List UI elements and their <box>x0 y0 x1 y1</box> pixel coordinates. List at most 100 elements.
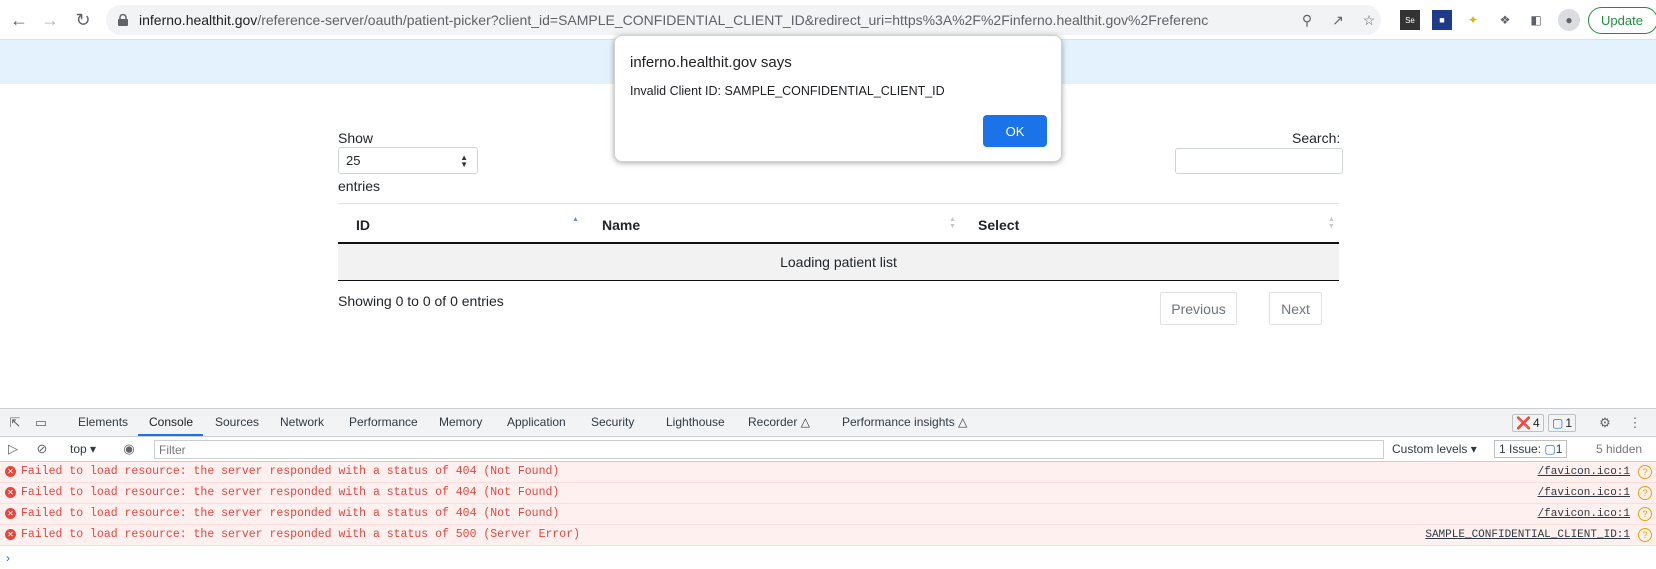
tab-application[interactable]: Application <box>507 415 566 429</box>
side-panel-icon[interactable]: ◧ <box>1526 10 1546 30</box>
tab-elements[interactable]: Elements <box>78 415 128 429</box>
error-message: Failed to load resource: the server resp… <box>21 465 560 478</box>
devtools-panel: ⇱ ▭ Elements Console Sources Network Per… <box>0 408 1656 569</box>
devtools-tab-bar: ⇱ ▭ Elements Console Sources Network Per… <box>0 409 1656 437</box>
search-input[interactable] <box>1175 148 1343 174</box>
insight-bulb-icon[interactable]: ? <box>1638 486 1652 500</box>
console-prompt-icon[interactable]: › <box>6 551 10 565</box>
error-icon: ❌ <box>1516 416 1531 430</box>
tab-performance-insights[interactable]: Performance insights △ <box>842 415 967 429</box>
error-icon: ✕ <box>5 466 16 477</box>
error-icon: ✕ <box>5 508 16 519</box>
show-label: Show <box>338 130 374 146</box>
reload-icon[interactable]: ↻ <box>71 8 95 32</box>
console-error-row: ✕ Failed to load resource: the server re… <box>0 525 1656 546</box>
tab-network[interactable]: Network <box>280 415 324 429</box>
flask-icon: △ <box>800 415 810 429</box>
tab-security[interactable]: Security <box>591 415 634 429</box>
previous-button[interactable]: Previous <box>1160 292 1237 325</box>
flask-icon: △ <box>958 415 968 429</box>
tab-lighthouse[interactable]: Lighthouse <box>666 415 725 429</box>
url-text: inferno.healthit.gov/reference-server/oa… <box>139 12 1209 28</box>
filter-input[interactable]: Filter <box>154 440 1384 459</box>
sort-both-icon: ▲ ▼ <box>1328 216 1335 230</box>
error-source-link[interactable]: /favicon.ico:1 <box>1538 508 1630 520</box>
console-toolbar: ▷ ⊘ top ▾ ◉ Filter Custom levels ▾ 1 Iss… <box>0 437 1656 462</box>
length-value: 25 <box>346 153 361 168</box>
dialog-title: inferno.healthit.gov says <box>630 54 792 71</box>
select-arrows-icon: ▲ ▼ <box>460 153 468 169</box>
console-error-row: ✕ Failed to load resource: the server re… <box>0 462 1656 483</box>
error-source-link[interactable]: SAMPLE_CONFIDENTIAL_CLIENT_ID:1 <box>1425 529 1630 541</box>
broom-extension-icon[interactable]: ✦ <box>1463 10 1483 30</box>
dropdown-arrow-icon: ▾ <box>1470 442 1477 456</box>
column-header-select[interactable]: Select <box>978 217 1019 233</box>
forward-arrow-icon[interactable]: → <box>38 8 62 32</box>
insight-bulb-icon[interactable]: ? <box>1638 528 1652 542</box>
hidden-count: 5 hidden <box>1596 442 1643 456</box>
zoom-icon[interactable]: ⚲ <box>1297 10 1317 30</box>
error-count-badge[interactable]: ❌ 4 <box>1512 414 1544 432</box>
message-count: 1 <box>1565 416 1573 430</box>
more-options-icon[interactable]: ⋮ <box>1626 414 1644 432</box>
share-icon[interactable]: ↗ <box>1328 10 1348 30</box>
console-error-row: ✕ Failed to load resource: the server re… <box>0 504 1656 525</box>
insight-bulb-icon[interactable]: ? <box>1638 507 1652 521</box>
context-select[interactable]: top ▾ <box>70 442 96 456</box>
error-message: Failed to load resource: the server resp… <box>21 486 560 499</box>
tab-performance[interactable]: Performance <box>349 415 418 429</box>
alert-dialog: inferno.healthit.gov says Invalid Client… <box>614 35 1062 162</box>
issue-icon: ▢ <box>1544 442 1556 456</box>
ok-button[interactable]: OK <box>983 115 1047 147</box>
dialog-message: Invalid Client ID: SAMPLE_CONFIDENTIAL_C… <box>630 84 945 98</box>
message-count-badge[interactable]: ▢ 1 <box>1548 414 1577 432</box>
next-button[interactable]: Next <box>1269 292 1322 325</box>
entries-label: entries <box>338 178 381 194</box>
back-arrow-icon[interactable]: ← <box>7 8 31 32</box>
profile-avatar-icon[interactable]: ● <box>1558 9 1580 31</box>
sort-both-icon: ▲ ▼ <box>949 216 956 230</box>
error-source-link[interactable]: /favicon.ico:1 <box>1538 466 1630 478</box>
error-source-link[interactable]: /favicon.ico:1 <box>1538 487 1630 499</box>
search-label: Search: <box>1292 130 1341 146</box>
log-levels-select[interactable]: Custom levels ▾ <box>1392 442 1477 456</box>
dropdown-arrow-icon: ▾ <box>90 442 97 456</box>
table-info: Showing 0 to 0 of 0 entries <box>338 293 504 309</box>
tab-recorder[interactable]: Recorder △ <box>748 415 810 429</box>
tab-memory[interactable]: Memory <box>439 415 482 429</box>
patient-table: ID ▲ Name ▲ ▼ Select ▲ ▼ Loading patient l… <box>338 203 1339 281</box>
error-count: 4 <box>1532 416 1540 430</box>
bookmark-star-icon[interactable]: ☆ <box>1359 10 1379 30</box>
loading-text: Loading patient list <box>780 254 897 270</box>
console-error-row: ✕ Failed to load resource: the server re… <box>0 483 1656 504</box>
browser-toolbar: ← → ↻ inferno.healthit.gov/reference-ser… <box>0 0 1656 40</box>
insight-bulb-icon[interactable]: ? <box>1638 465 1652 479</box>
inspect-element-icon[interactable]: ⇱ <box>6 414 24 432</box>
error-message: Failed to load resource: the server resp… <box>21 507 560 520</box>
error-icon: ✕ <box>5 487 16 498</box>
active-tab-indicator <box>138 434 203 436</box>
column-header-name[interactable]: Name <box>602 217 640 233</box>
entries-length-select[interactable]: 25 ▲ ▼ <box>338 147 478 174</box>
address-bar[interactable]: inferno.healthit.gov/reference-server/oa… <box>106 5 1381 35</box>
tab-sources[interactable]: Sources <box>215 415 259 429</box>
tab-console[interactable]: Console <box>149 415 193 429</box>
lock-icon <box>118 14 128 26</box>
column-header-id[interactable]: ID <box>356 217 370 233</box>
clear-console-icon[interactable]: ⊘ <box>33 440 51 458</box>
table-header: ID ▲ Name ▲ ▼ Select ▲ ▼ <box>338 203 1339 244</box>
selenium-extension-icon[interactable]: Se <box>1400 10 1420 30</box>
settings-gear-icon[interactable]: ⚙ <box>1596 414 1614 432</box>
live-expression-eye-icon[interactable]: ◉ <box>120 440 138 458</box>
puzzle-extensions-icon[interactable]: ❖ <box>1495 10 1515 30</box>
message-icon: ▢ <box>1552 416 1564 430</box>
sidebar-toggle-icon[interactable]: ▷ <box>4 440 22 458</box>
error-message: Failed to load resource: the server resp… <box>21 528 580 541</box>
table-row: Loading patient list <box>338 244 1339 281</box>
device-toolbar-icon[interactable]: ▭ <box>32 414 50 432</box>
sort-ascending-icon: ▲ <box>572 216 579 223</box>
extension-icon[interactable]: ■ <box>1432 10 1452 30</box>
issues-badge[interactable]: 1 Issue: ▢1 <box>1494 440 1568 458</box>
error-icon: ✕ <box>5 529 16 540</box>
update-button[interactable]: Update <box>1588 7 1656 34</box>
